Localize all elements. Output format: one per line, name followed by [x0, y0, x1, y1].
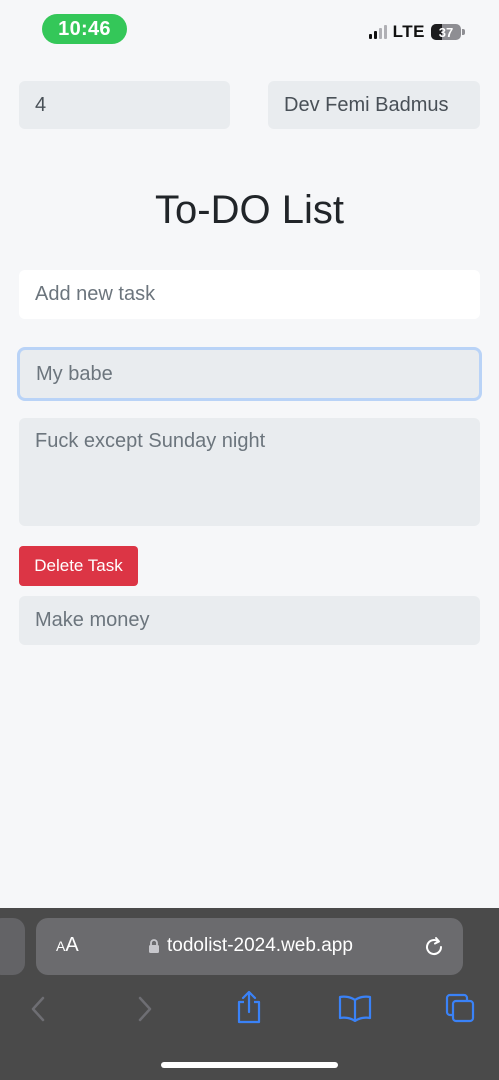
battery-level: 37	[438, 24, 454, 40]
page: 10:46 LTE 37 4 Dev Femi Badmus To-DO Lis…	[0, 0, 499, 1080]
bookmarks-icon[interactable]	[338, 994, 372, 1022]
task-title-input[interactable]: My babe	[17, 347, 482, 401]
text-size-small-a: A	[56, 938, 66, 954]
status-time: 10:46	[42, 14, 127, 44]
lock-icon	[149, 939, 159, 953]
task-list-item[interactable]: Make money	[19, 596, 480, 645]
url-text[interactable]: todolist-2024.web.app	[167, 935, 353, 957]
home-indicator[interactable]	[161, 1062, 338, 1068]
new-task-input[interactable]: Add new task	[19, 270, 480, 319]
forward-icon[interactable]	[135, 995, 155, 1023]
status-indicators: LTE 37	[368, 22, 465, 42]
previous-tab-preview[interactable]	[0, 918, 25, 975]
author-field[interactable]: Dev Femi Badmus	[268, 81, 480, 129]
text-size-large-a: A	[65, 934, 79, 956]
signal-icon	[368, 25, 387, 39]
back-icon[interactable]	[28, 995, 48, 1023]
task-description-textarea[interactable]: Fuck except Sunday night	[19, 418, 480, 526]
page-title: To-DO List	[155, 188, 344, 232]
delete-task-button[interactable]: Delete Task	[19, 546, 138, 586]
battery-tip	[462, 29, 465, 35]
task-count-field[interactable]: 4	[19, 81, 230, 129]
tabs-icon[interactable]	[444, 992, 476, 1024]
text-size-button[interactable]: AA	[56, 934, 79, 957]
battery-icon: 37	[431, 24, 461, 40]
share-icon[interactable]	[235, 990, 263, 1024]
reload-icon[interactable]	[422, 935, 446, 959]
network-type: LTE	[392, 22, 425, 41]
